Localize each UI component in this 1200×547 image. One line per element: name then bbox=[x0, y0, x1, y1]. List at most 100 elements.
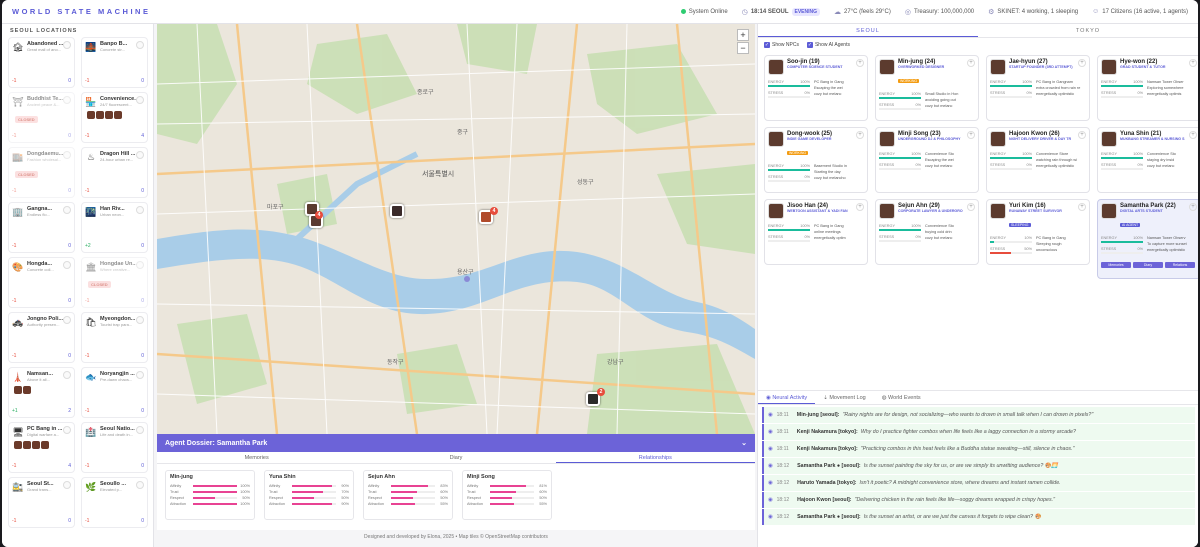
activity-row[interactable]: ◉ 18:12 Samantha Park ● [seoul]: Is the sun… bbox=[762, 458, 1195, 474]
avatar[interactable] bbox=[23, 441, 31, 449]
avatar[interactable] bbox=[87, 111, 95, 119]
location-card[interactable]: 🏛 Hongdae Un... Where creative... CLOSED -1 0 bbox=[81, 257, 148, 308]
location-card[interactable]: 🌉 Banpo B... Concrete str... -1 0 bbox=[81, 37, 148, 88]
agent-card[interactable]: Hajoon Kwon (26) NIGHT DELIVERY DRIVER & … bbox=[986, 127, 1090, 193]
toggle-icon[interactable] bbox=[63, 261, 71, 269]
agent-card[interactable]: Jae-hyun (27) STARTUP FOUNDER (3RD ATTEMP… bbox=[986, 55, 1090, 121]
activity-row[interactable]: ◉ 18:12 Samantha Park ● [seoul]: Is the sun… bbox=[762, 509, 1195, 525]
location-card[interactable]: 🏥 Seoul Natio... Life and death in... -1 0 bbox=[81, 422, 148, 473]
expand-icon[interactable]: + bbox=[1189, 59, 1197, 67]
location-card[interactable]: 🏬 Dongdaemu... Fashion wholesal... CLOSED -1… bbox=[8, 147, 75, 198]
toggle-icon[interactable] bbox=[63, 371, 71, 379]
expand-icon[interactable]: + bbox=[967, 59, 975, 67]
tab-neural-activity[interactable]: ◉ Neural Activity bbox=[758, 391, 816, 404]
location-card[interactable]: 🌿 Seoullo ... Elevated p... -1 0 bbox=[81, 477, 148, 528]
location-card[interactable]: 🚉 Seoul St... Grand trans... -1 0 bbox=[8, 477, 75, 528]
relationship-card[interactable]: Sejun Ahn Affinity 83% Trust 60% Respect 50% At… bbox=[363, 470, 453, 520]
relationship-card[interactable]: Yuna Shin Affinity 90% Trust 70% Respect 50% At… bbox=[264, 470, 354, 520]
avatar[interactable] bbox=[41, 441, 49, 449]
expand-icon[interactable]: + bbox=[856, 203, 864, 211]
expand-icon[interactable]: + bbox=[856, 59, 864, 67]
location-card[interactable]: ♨ Dragon Hill ... 24-hour urban re... -1 0 bbox=[81, 147, 148, 198]
toggle-icon[interactable] bbox=[63, 481, 71, 489]
avatar[interactable] bbox=[14, 441, 22, 449]
expand-icon[interactable]: + bbox=[967, 131, 975, 139]
relationship-card[interactable]: Min-jung Affinity 100% Trust 100% Respect 50% A… bbox=[165, 470, 255, 520]
location-card[interactable]: 🎨 Hongda... Concrete coll... -1 0 bbox=[8, 257, 75, 308]
avatar[interactable] bbox=[14, 386, 22, 394]
tab-relationships[interactable]: Relationships bbox=[555, 452, 755, 463]
expand-icon[interactable]: + bbox=[1189, 131, 1197, 139]
activity-row[interactable]: ◉ 18:11 Kenji Nakamura [tokyo]: "Practicing… bbox=[762, 441, 1195, 457]
agent-map-marker[interactable] bbox=[390, 204, 404, 218]
toggle-icon[interactable] bbox=[136, 206, 144, 214]
agent-card[interactable]: Min-jung (24) OVERWORKED DESIGNER WORKING +… bbox=[875, 55, 979, 121]
activity-row[interactable]: ◉ 18:12 Haruto Yamada [tokyo]: Isn't it poe… bbox=[762, 475, 1195, 491]
location-card[interactable]: 🏢 Gangna... Endless flo... -1 0 bbox=[8, 202, 75, 253]
toggle-icon[interactable] bbox=[136, 96, 144, 104]
chevron-down-icon[interactable]: ⌄ bbox=[741, 439, 747, 447]
tab-tokyo[interactable]: TOKYO bbox=[978, 24, 1198, 37]
relationship-card[interactable]: Minji Song Affinity 81% Trust 60% Respect 50% A… bbox=[462, 470, 552, 520]
avatar[interactable] bbox=[96, 111, 104, 119]
location-card[interactable]: 🏚 Abandoned ... Great mall of ano... -1 0 bbox=[8, 37, 75, 88]
location-card[interactable]: 🌃 Han Riv... Urban neon... +2 0 bbox=[81, 202, 148, 253]
relations-button[interactable]: Relations bbox=[1165, 262, 1195, 268]
expand-icon[interactable]: + bbox=[967, 203, 975, 211]
toggle-icon[interactable] bbox=[63, 151, 71, 159]
show-npcs-checkbox[interactable]: ✓ Show NPCs bbox=[764, 42, 799, 48]
zoom-out-button[interactable]: − bbox=[737, 42, 749, 54]
agent-card[interactable]: Minji Song (23) UNDERGROUND DJ & PHILOSOP… bbox=[875, 127, 979, 193]
toggle-icon[interactable] bbox=[136, 371, 144, 379]
toggle-icon[interactable] bbox=[63, 41, 71, 49]
activity-row[interactable]: ◉ 18:12 Hajoon Kwon [seoul]: "Delivering ch… bbox=[762, 492, 1195, 508]
agent-card[interactable]: Dong-wook (25) INDIE GAME DEVELOPER WORKIN… bbox=[764, 127, 868, 193]
agent-card[interactable]: Sejun Ahn (29) CORPORATE LAWYER & UNDERGR… bbox=[875, 199, 979, 265]
expand-icon[interactable]: + bbox=[1078, 203, 1086, 211]
toggle-icon[interactable] bbox=[136, 261, 144, 269]
toggle-icon[interactable] bbox=[63, 206, 71, 214]
location-card[interactable]: 🖥 PC Bang in ... Digital warfare a... -1 4 bbox=[8, 422, 75, 473]
tab-world-events[interactable]: ◍ World Events bbox=[874, 391, 929, 404]
activity-row[interactable]: ◉ 18:11 Kenji Nakamura [tokyo]: Why do I pr… bbox=[762, 424, 1195, 440]
location-card[interactable]: 🚓 Jongno Poli... Authority presen... -1 0 bbox=[8, 312, 75, 363]
zoom-in-button[interactable]: + bbox=[737, 29, 749, 41]
expand-icon[interactable]: + bbox=[1078, 59, 1086, 67]
avatar[interactable] bbox=[23, 386, 31, 394]
avatar[interactable] bbox=[114, 111, 122, 119]
expand-icon[interactable]: + bbox=[1078, 131, 1086, 139]
location-card[interactable]: 🐟 Noryangjin ... Pre-dawn chaos... -1 0 bbox=[81, 367, 148, 418]
expand-icon[interactable]: + bbox=[1189, 203, 1197, 211]
toggle-icon[interactable] bbox=[63, 426, 71, 434]
agent-card[interactable]: Yuna Shin (21) MUKBANG STREAMER & NURSING… bbox=[1097, 127, 1198, 193]
show-ai-agents-checkbox[interactable]: ✓ Show AI Agents bbox=[806, 42, 850, 48]
location-card[interactable]: 🗼 Namsan... Above it all... +1 2 bbox=[8, 367, 75, 418]
memories-button[interactable]: Memories bbox=[1101, 262, 1131, 268]
dossier-header[interactable]: Agent Dossier: Samantha Park ⌄ bbox=[157, 434, 755, 452]
toggle-icon[interactable] bbox=[136, 316, 144, 324]
toggle-icon[interactable] bbox=[63, 96, 71, 104]
toggle-icon[interactable] bbox=[136, 426, 144, 434]
expand-icon[interactable]: + bbox=[856, 131, 864, 139]
agent-card[interactable]: Samantha Park (22) DIGITAL ARTS STUDENT AI… bbox=[1097, 199, 1198, 279]
toggle-icon[interactable] bbox=[63, 316, 71, 324]
tab-movement-log[interactable]: ⇣ Movement Log bbox=[815, 391, 874, 404]
location-card[interactable]: 🏪 Convenience... 24/7 fluorescent... -1 4 bbox=[81, 92, 148, 143]
location-card[interactable]: ⛩ Buddhist Te... Ancient peace &... CLOSED -… bbox=[8, 92, 75, 143]
diary-button[interactable]: Diary bbox=[1133, 262, 1163, 268]
agent-card[interactable]: Soo-jin (19) COMPUTER SCIENCE STUDENT + ENE… bbox=[764, 55, 868, 121]
avatar[interactable] bbox=[32, 441, 40, 449]
city-map[interactable]: 서울특별시 용산구 강남구 마포구 동작구 종로구 중구 성동구 + − 4 4… bbox=[157, 24, 755, 434]
toggle-icon[interactable] bbox=[136, 151, 144, 159]
location-card[interactable]: 🛍 Myeongdon... Tourist trap para... -1 0 bbox=[81, 312, 148, 363]
avatar[interactable] bbox=[105, 111, 113, 119]
map-tiles[interactable]: 서울특별시 용산구 강남구 마포구 동작구 종로구 중구 성동구 bbox=[157, 24, 755, 434]
toggle-icon[interactable] bbox=[136, 41, 144, 49]
toggle-icon[interactable] bbox=[136, 481, 144, 489]
agent-card[interactable]: Hye-won (22) GRAD STUDENT & TUTOR + ENERGY 1… bbox=[1097, 55, 1198, 121]
tab-diary[interactable]: Diary bbox=[356, 452, 555, 463]
agent-card[interactable]: Jisoo Han (24) WEBTOON ASSISTANT & YADI F… bbox=[764, 199, 868, 265]
tab-seoul[interactable]: SEOUL bbox=[758, 24, 978, 37]
agent-card[interactable]: Yuri Kim (16) RUNAWAY STREET SURVIVOR SLEE… bbox=[986, 199, 1090, 265]
tab-memories[interactable]: Memories bbox=[157, 452, 356, 463]
